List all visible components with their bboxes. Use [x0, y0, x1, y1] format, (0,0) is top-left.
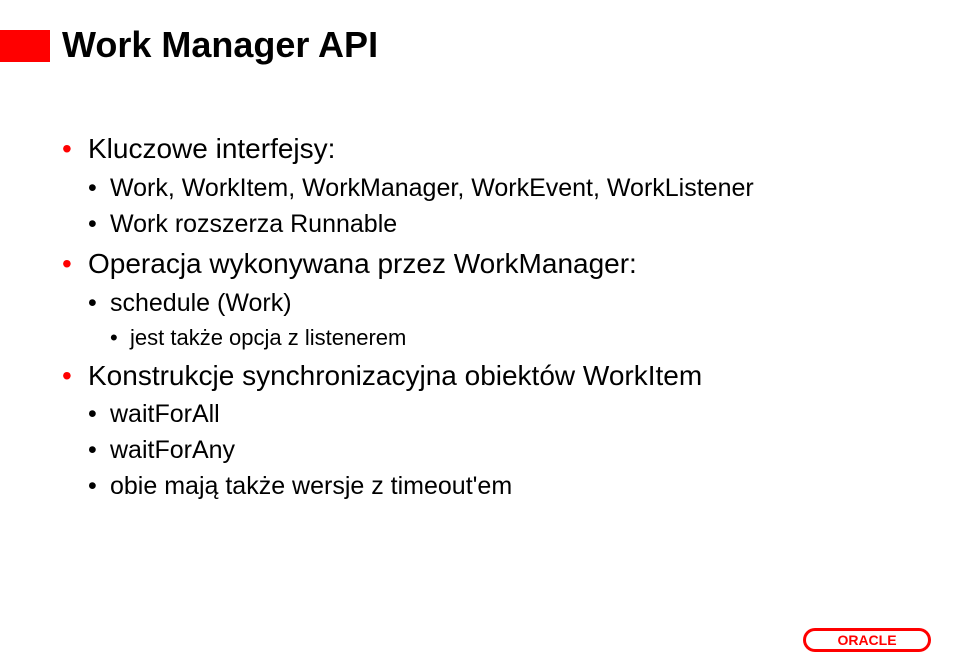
- bullet-l2: waitForAny: [88, 434, 920, 468]
- bullet-text: Work rozszerza Runnable: [110, 210, 397, 238]
- bullet-l1: Operacja wykonywana przez WorkManager: s…: [62, 245, 920, 352]
- bullet-text: Work, WorkItem, WorkManager, WorkEvent, …: [110, 174, 754, 202]
- bullet-list-level2: waitForAll waitForAny obie mają także we…: [88, 398, 920, 503]
- bullet-text: jest także opcja z listenerem: [130, 325, 406, 350]
- bullet-l2: waitForAll: [88, 398, 920, 432]
- accent-block: [0, 30, 50, 62]
- bullet-text: Kluczowe interfejsy:: [88, 133, 335, 164]
- bullet-l1: Konstrukcje synchronizacyjna obiektów Wo…: [62, 357, 920, 504]
- bullet-l2: Work rozszerza Runnable: [88, 208, 920, 242]
- bullet-text: schedule (Work): [110, 289, 292, 317]
- bullet-l2: schedule (Work) jest także opcja z liste…: [88, 287, 920, 352]
- bullet-text: obie mają także wersje z timeout'em: [110, 472, 512, 500]
- bullet-l3: jest także opcja z listenerem: [110, 323, 920, 353]
- bullet-l1: Kluczowe interfejsy: Work, WorkItem, Wor…: [62, 130, 920, 241]
- bullet-list-level3: jest także opcja z listenerem: [110, 323, 920, 353]
- oracle-logo-icon: ORACLE: [802, 627, 932, 653]
- slide: Work Manager API Kluczowe interfejsy: Wo…: [0, 0, 960, 671]
- bullet-text: waitForAny: [110, 436, 235, 464]
- bullet-list-level2: schedule (Work) jest także opcja z liste…: [88, 287, 920, 352]
- bullet-text: Konstrukcje synchronizacyjna obiektów Wo…: [88, 360, 702, 391]
- bullet-list-level1: Kluczowe interfejsy: Work, WorkItem, Wor…: [62, 130, 920, 504]
- bullet-list-level2: Work, WorkItem, WorkManager, WorkEvent, …: [88, 172, 920, 242]
- slide-content: Kluczowe interfejsy: Work, WorkItem, Wor…: [62, 130, 920, 508]
- oracle-logo-text: ORACLE: [837, 632, 896, 648]
- oracle-logo: ORACLE: [802, 627, 932, 653]
- bullet-l2: obie mają także wersje z timeout'em: [88, 470, 920, 504]
- slide-title: Work Manager API: [62, 24, 378, 66]
- bullet-l2: Work, WorkItem, WorkManager, WorkEvent, …: [88, 172, 920, 206]
- bullet-text: waitForAll: [110, 400, 220, 428]
- bullet-text: Operacja wykonywana przez WorkManager:: [88, 248, 637, 279]
